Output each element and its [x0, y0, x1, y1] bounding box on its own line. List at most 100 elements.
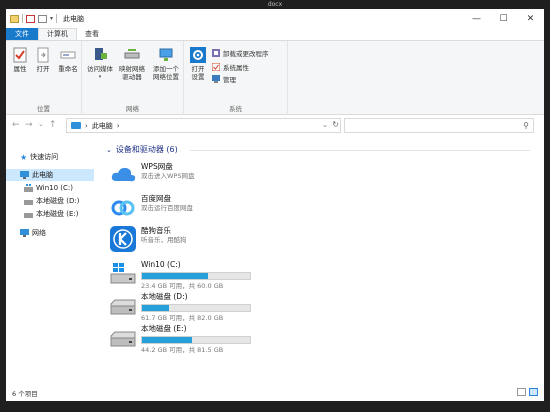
maximize-button[interactable]: ☐	[490, 9, 517, 28]
item-count: 6 个项目	[12, 390, 38, 398]
properties-button[interactable]: 属性	[10, 47, 30, 73]
sidebar-item-drive-c[interactable]: Win10 (C:)	[24, 182, 73, 194]
gear-icon	[190, 47, 206, 63]
sidebar-item-drive-e[interactable]: 本地磁盘 (E:)	[24, 208, 78, 220]
breadcrumb-this-pc[interactable]: 此电脑	[92, 121, 113, 131]
computer-management-icon	[212, 75, 220, 83]
group-label-system: 系统	[229, 105, 242, 113]
system-properties-button[interactable]: 系统属性	[212, 62, 249, 72]
map-network-drive-button[interactable]: 映射网络 驱动器	[116, 47, 148, 81]
computer-icon	[20, 171, 29, 179]
address-history-chevron-icon[interactable]: ⌄	[322, 121, 328, 129]
network-icon	[20, 229, 29, 237]
rename-button[interactable]: 重命名	[56, 47, 80, 73]
tab-view[interactable]: 查看	[77, 28, 107, 40]
window-title: 此电脑	[63, 14, 85, 23]
ribbon-group-network: 访问媒体 ▾ 映射网络 驱动器 添加一个 网络位置 网络	[82, 41, 184, 116]
file-explorer-window: ▾ 此电脑 — ☐ ✕ 文件 计算机 查看 属性 打开 重命名 位置 访问媒体 …	[6, 9, 544, 401]
sidebar-item-this-pc[interactable]: 此电脑	[6, 169, 94, 181]
hard-drive-icon	[110, 331, 136, 347]
checkbox-icon	[212, 63, 220, 71]
tile-kugou-music[interactable]: 酷狗音乐 听音乐，用酷狗	[110, 226, 187, 252]
tile-drive-e[interactable]: 本地磁盘 (E:) 44.2 GB 可用，共 81.5 GB	[110, 324, 251, 355]
tile-drive-c[interactable]: Win10 (C:) 23.4 GB 可用，共 60.0 GB	[110, 260, 251, 291]
windows-drive-icon	[24, 184, 33, 192]
media-server-icon	[95, 48, 107, 60]
tab-computer[interactable]: 计算机	[38, 28, 77, 40]
tile-wps-cloud[interactable]: WPS网盘 双击进入WPS网盘	[110, 162, 194, 188]
kugou-music-icon	[110, 226, 136, 252]
search-input[interactable]: ⚲	[344, 118, 534, 133]
path-separator-icon: ›	[85, 121, 88, 130]
add-network-location-button[interactable]: 添加一个 网络位置	[150, 47, 182, 81]
computer-icon	[71, 122, 81, 129]
details-view-icon[interactable]	[517, 388, 526, 396]
star-icon: ★	[20, 152, 28, 162]
up-arrow-icon[interactable]: ↑	[49, 120, 57, 130]
sidebar-item-quick-access[interactable]: ★ 快速访问	[20, 151, 58, 163]
drive-usage-bar	[141, 336, 251, 344]
group-label-network: 网络	[126, 105, 139, 113]
open-button[interactable]: 打开	[33, 47, 53, 73]
window-controls: — ☐ ✕	[463, 9, 544, 28]
group-label-location: 位置	[37, 105, 50, 113]
address-bar[interactable]: › 此电脑 › ⌄ ↻	[66, 118, 341, 133]
screen-caption: docx	[267, 1, 283, 8]
status-bar: 6 个项目	[6, 384, 544, 401]
ribbon-group-location: 属性 打开 重命名 位置	[6, 41, 82, 116]
ribbon-tabs: 文件 计算机 查看	[6, 28, 544, 40]
baidu-netdisk-icon	[111, 200, 135, 216]
quick-access-toolbar: ▾	[6, 14, 58, 23]
network-location-icon	[159, 48, 173, 61]
tile-drive-d[interactable]: 本地磁盘 (D:) 61.7 GB 可用，共 82.0 GB	[110, 292, 251, 323]
section-header-devices[interactable]: ⌄ 设备和驱动器 (6)	[106, 144, 178, 155]
refresh-icon[interactable]: ↻	[332, 120, 339, 129]
recent-locations-chevron-icon[interactable]: ⌄	[38, 120, 44, 128]
view-switcher	[517, 388, 538, 396]
drive-usage-bar	[141, 304, 251, 312]
navigation-bar: ← → ⌄ ↑ › 此电脑 › ⌄ ↻ ⚲	[6, 115, 544, 136]
toolbar-divider	[22, 14, 23, 23]
properties-icon	[13, 47, 27, 63]
tab-file[interactable]: 文件	[6, 28, 38, 40]
ribbon: 属性 打开 重命名 位置 访问媒体 ▾ 映射网络 驱动器 添加一个 网络位置 网…	[6, 40, 544, 116]
dropdown-chevron-icon: ▾	[98, 74, 102, 80]
close-button[interactable]: ✕	[517, 9, 544, 28]
uninstall-icon	[212, 49, 220, 57]
sidebar-item-drive-d[interactable]: 本地磁盘 (D:)	[24, 195, 79, 207]
drive-usage-bar	[141, 272, 251, 280]
manage-button[interactable]: 管理	[212, 74, 236, 84]
customize-toolbar-chevron-icon[interactable]: ▾	[50, 15, 53, 22]
hard-drive-icon	[24, 200, 33, 205]
ribbon-group-system: 打开 设置 卸载或更改程序 系统属性 管理 系统	[184, 41, 288, 116]
new-folder-icon[interactable]	[38, 14, 47, 23]
section-divider	[190, 150, 530, 151]
forward-arrow-icon[interactable]: →	[25, 120, 33, 130]
search-icon: ⚲	[523, 121, 529, 130]
rename-icon	[60, 51, 76, 59]
windows-drive-icon	[110, 263, 136, 284]
open-icon	[37, 47, 49, 63]
navigation-pane: ★ 快速访问 此电脑 Win10 (C:) 本地磁盘 (D:) 本地磁盘 (E:…	[6, 136, 94, 384]
hard-drive-icon	[24, 213, 33, 218]
folder-icon	[10, 14, 19, 23]
title-bar: ▾ 此电脑 — ☐ ✕	[6, 9, 544, 28]
back-arrow-icon[interactable]: ←	[12, 120, 20, 130]
drive-usage-fill	[142, 273, 208, 279]
open-settings-button[interactable]: 打开 设置	[188, 47, 208, 81]
tiles-view-icon[interactable]	[529, 388, 538, 396]
tile-baidu-netdisk[interactable]: 百度网盘 双击运行百度网盘	[110, 194, 193, 220]
minimize-button[interactable]: —	[463, 9, 490, 28]
drive-usage-fill	[142, 305, 169, 311]
toolbar-divider	[56, 14, 58, 23]
path-separator-icon[interactable]: ›	[117, 122, 120, 130]
uninstall-programs-button[interactable]: 卸载或更改程序	[212, 48, 269, 58]
drive-usage-fill	[142, 337, 192, 343]
network-drive-icon	[124, 49, 140, 59]
hard-drive-icon	[110, 299, 136, 315]
properties-icon[interactable]	[26, 14, 35, 23]
content-pane: ⌄ 设备和驱动器 (6) WPS网盘 双击进入WPS网盘 百度网盘 双击运行百度…	[100, 136, 544, 384]
access-media-button[interactable]: 访问媒体 ▾	[86, 47, 114, 81]
chevron-down-icon: ⌄	[106, 145, 112, 154]
sidebar-item-network[interactable]: 网络	[20, 227, 46, 239]
